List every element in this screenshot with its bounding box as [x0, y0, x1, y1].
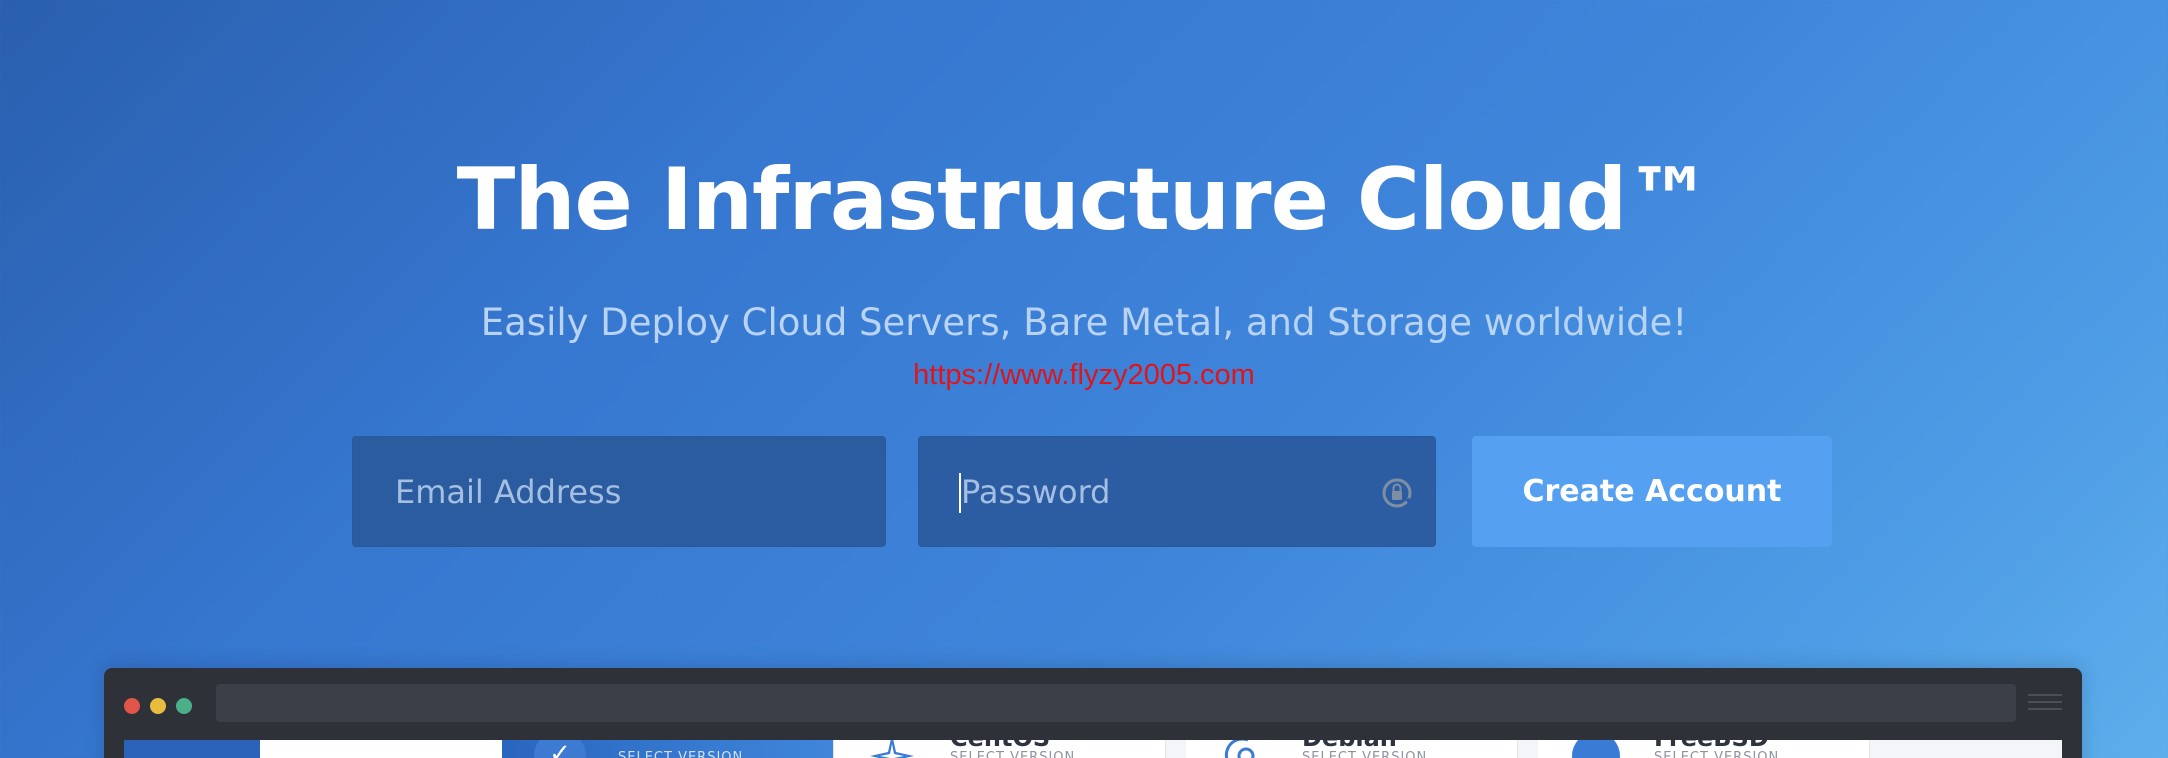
os-card-subtitle: SELECT VERSION	[618, 750, 744, 758]
watermark-url: https://www.flyzy2005.com	[913, 359, 1255, 391]
os-card-selected: ✓ SELECT VERSION	[502, 740, 834, 758]
dashboard-panel	[260, 740, 502, 758]
browser-address-bar	[216, 684, 2016, 722]
os-card-subtitle: SELECT VERSION	[950, 750, 1076, 758]
dashboard-preview: ✓ SELECT VERSION CentOS SELECT VERSION D…	[124, 740, 2062, 758]
os-card-debian: Debian SELECT VERSION	[1186, 740, 1518, 758]
hero-subtitle: Easily Deploy Cloud Servers, Bare Metal,…	[480, 301, 1688, 344]
check-icon: ✓	[534, 740, 586, 758]
text-cursor	[959, 473, 961, 513]
window-minimize-dot	[150, 698, 166, 714]
os-card-subtitle: SELECT VERSION	[1654, 750, 1780, 758]
hero-title: The Infrastructure Cloud™	[456, 150, 1713, 250]
freebsd-icon	[1572, 740, 1620, 758]
password-input[interactable]	[959, 436, 1355, 547]
hamburger-menu-icon	[2028, 694, 2062, 714]
window-maximize-dot	[176, 698, 192, 714]
os-card-freebsd: FreeBSD SELECT VERSION	[1538, 740, 1870, 758]
password-manager-icon[interactable]	[1381, 477, 1413, 509]
debian-icon	[1224, 740, 1255, 758]
create-account-button[interactable]: Create Account	[1472, 436, 1832, 547]
email-input[interactable]	[393, 436, 885, 547]
browser-mockup: ✓ SELECT VERSION CentOS SELECT VERSION D…	[104, 668, 2082, 758]
os-card-centos: CentOS SELECT VERSION	[834, 740, 1166, 758]
email-field-container	[352, 436, 886, 547]
password-field-container	[918, 436, 1436, 547]
os-card-subtitle: SELECT VERSION	[1302, 750, 1428, 758]
centos-icon	[870, 740, 914, 758]
window-close-dot	[124, 698, 140, 714]
dashboard-sidebar	[124, 740, 260, 758]
